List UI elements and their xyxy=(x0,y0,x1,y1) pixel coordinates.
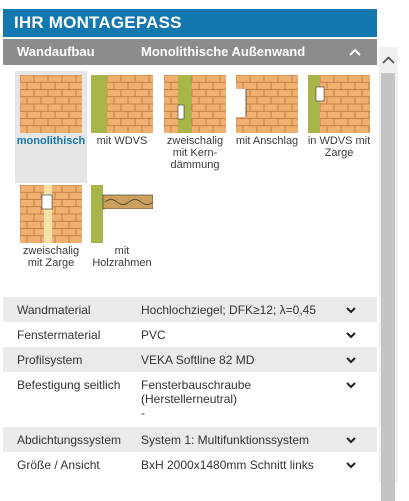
wall-section-illustration-icon xyxy=(20,75,82,133)
section-value: Monolithische Außenwand xyxy=(141,44,306,59)
section-label: Wandaufbau xyxy=(17,44,95,59)
wall-type-tile[interactable]: monolithisch xyxy=(15,71,87,183)
wall-section-illustration-icon xyxy=(308,75,370,133)
chevron-down-icon[interactable] xyxy=(345,435,357,445)
settings-table: Wandmaterial Hochlochziegel; DFK≥12; λ=0,… xyxy=(3,297,377,477)
wall-section-illustration-icon xyxy=(236,75,298,133)
wall-type-tile[interactable]: in WDVS mit Zarge xyxy=(303,71,375,183)
chevron-down-icon[interactable] xyxy=(345,305,357,315)
table-row[interactable]: Größe / Ansicht BxH 2000x1480mm Schnitt l… xyxy=(3,452,377,477)
chevron-down-icon[interactable] xyxy=(345,330,357,340)
row-key: Fenstermaterial xyxy=(17,328,101,342)
wall-type-label: zweischalig mit Zarge xyxy=(22,245,80,269)
wall-type-label: mit Holzrahmen xyxy=(92,245,152,269)
scrollbar[interactable] xyxy=(379,47,398,501)
wall-type-tile[interactable]: mit Anschlag xyxy=(231,71,303,183)
row-value: System 1: Multifunktionssystem xyxy=(141,433,310,447)
chevron-down-icon[interactable] xyxy=(345,355,357,365)
scroll-up-arrow-icon[interactable] xyxy=(379,47,398,73)
wall-section-illustration-icon xyxy=(91,185,153,243)
wall-type-label: mit Anschlag xyxy=(235,135,299,147)
chevron-up-icon[interactable] xyxy=(347,39,363,65)
page-title: IHR MONTAGEPASS xyxy=(3,9,377,37)
row-value: Fensterbauschraube (Herstellerneutral) - xyxy=(141,378,252,420)
row-key: Größe / Ansicht xyxy=(17,458,100,472)
chevron-down-icon[interactable] xyxy=(345,460,357,470)
wall-type-label: monolithisch xyxy=(16,135,86,147)
wall-section-illustration-icon xyxy=(91,75,153,133)
row-value: PVC xyxy=(141,328,166,342)
wall-section-illustration-icon xyxy=(164,75,226,133)
row-value: Hochlochziegel; DFK≥12; λ=0,45 xyxy=(141,303,317,317)
section-header-wandaufbau[interactable]: Wandaufbau Monolithische Außenwand xyxy=(3,39,377,65)
wall-type-label: zweischalig mit Kern- dämmung xyxy=(166,135,224,171)
wall-type-label: in WDVS mit Zarge xyxy=(307,135,371,159)
chevron-down-icon[interactable] xyxy=(345,380,357,390)
row-value: BxH 2000x1480mm Schnitt links xyxy=(141,458,314,472)
wall-section-illustration-icon xyxy=(20,185,82,243)
row-value: VEKA Softline 82 MD xyxy=(141,353,255,367)
wall-type-tile[interactable]: zweischalig mit Kern- dämmung xyxy=(159,71,231,183)
table-row[interactable]: Befestigung seitlich Fensterbauschraube (… xyxy=(3,372,377,427)
wall-type-tile[interactable]: zweischalig mit Zarge xyxy=(15,181,87,275)
wall-type-tile[interactable]: mit WDVS xyxy=(86,71,158,183)
row-key: Befestigung seitlich xyxy=(17,378,121,392)
wall-type-tile[interactable]: mit Holzrahmen xyxy=(86,181,158,275)
row-key: Profilsystem xyxy=(17,353,83,367)
table-row[interactable]: Fenstermaterial PVC xyxy=(3,322,377,347)
table-row[interactable]: Wandmaterial Hochlochziegel; DFK≥12; λ=0,… xyxy=(3,297,377,322)
wall-type-label: mit WDVS xyxy=(96,135,148,147)
table-row[interactable]: Profilsystem VEKA Softline 82 MD xyxy=(3,347,377,372)
table-row[interactable]: Abdichtungssystem System 1: Multifunktion… xyxy=(3,427,377,452)
page-title-text: IHR MONTAGEPASS xyxy=(14,13,182,32)
row-key: Wandmaterial xyxy=(17,303,91,317)
row-key: Abdichtungssystem xyxy=(17,433,122,447)
scroll-thumb[interactable] xyxy=(381,73,395,501)
